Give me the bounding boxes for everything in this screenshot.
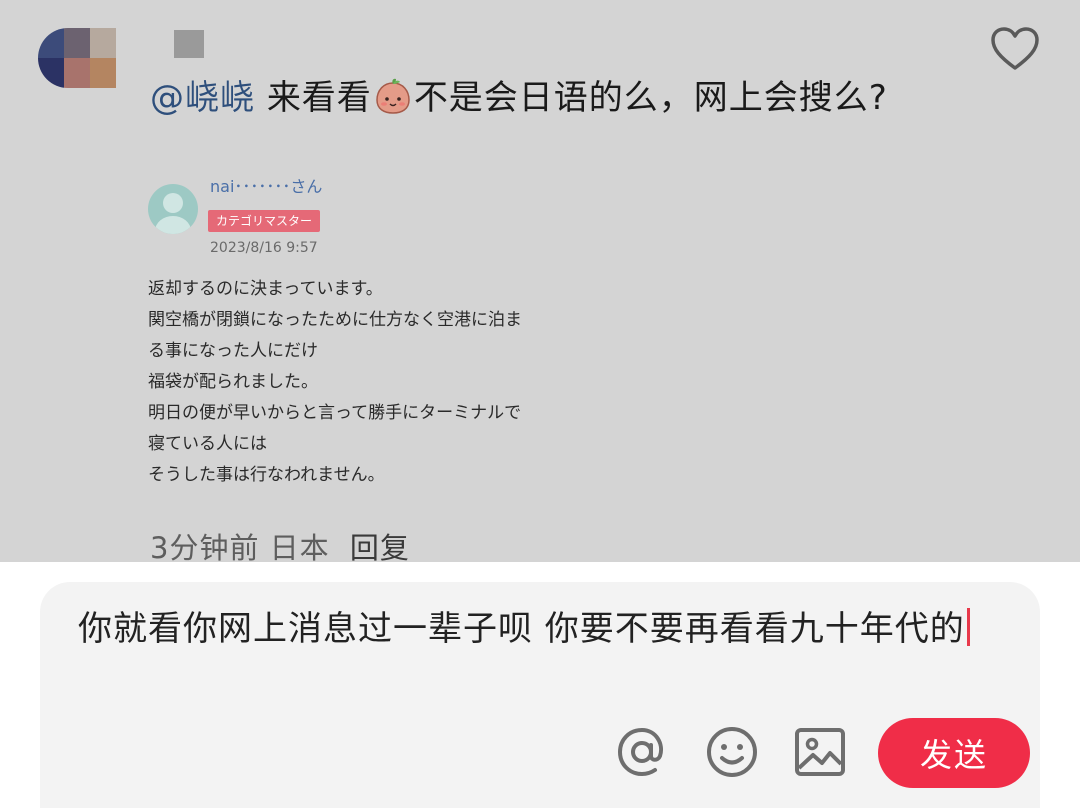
comment-text: @峣峣 来看看 不是会日语的么，网上会搜么?: [150, 74, 910, 122]
comment-location: 日本: [269, 531, 330, 562]
embedded-line: 明日の便が早いからと言って勝手にターミナルで: [148, 403, 522, 423]
embedded-line: そうした事は行なわれません。: [148, 465, 385, 485]
embedded-line: 返却するのに決まっています。: [148, 279, 383, 299]
embedded-line: 寝ている人には: [148, 434, 267, 454]
comment-text-part1: 来看看: [266, 78, 372, 118]
username-pixelated[interactable]: [174, 30, 204, 58]
image-icon[interactable]: [792, 724, 848, 780]
reply-input-value: 你就看你网上消息过一辈子呗 你要不要再看看九十年代的: [78, 609, 965, 649]
comment-text-part2: 不是会日语的么，网上会搜么?: [413, 78, 888, 118]
reply-input-panel[interactable]: 你就看你网上消息过一辈子呗 你要不要再看看九十年代的 发送: [40, 582, 1040, 808]
embedded-date: 2023/8/16 9:57: [210, 240, 318, 256]
comment-meta: 3分钟前 日本 回复: [150, 525, 410, 562]
reply-button[interactable]: 回复: [350, 531, 410, 562]
embedded-line: 福袋が配られました。: [148, 372, 318, 392]
text-caret: [966, 608, 970, 646]
comment-area: @峣峣 来看看 不是会日语的么，网上会搜么? nai･･･････さん カテゴリ…: [0, 0, 1080, 562]
reply-input[interactable]: 你就看你网上消息过一辈子呗 你要不要再看看九十年代的: [78, 604, 998, 654]
potato-face-icon: [376, 78, 410, 114]
send-button[interactable]: 发送: [878, 718, 1030, 788]
embedded-badge: カテゴリマスター: [208, 210, 321, 232]
embedded-body: 返却するのに決まっています。関空橋が閉鎖になったために仕方なく空港に泊ま る事にな…: [148, 274, 588, 491]
smile-icon[interactable]: [704, 724, 760, 780]
comment-time: 3分钟前: [150, 531, 260, 562]
embedded-username: nai･･･････さん: [210, 177, 323, 196]
embedded-line: る事になった人にだけ: [148, 341, 318, 361]
embedded-line: 関空橋が閉鎖になったために仕方なく空港に泊ま: [148, 310, 522, 330]
heart-icon[interactable]: [990, 26, 1040, 72]
mention-link[interactable]: @峣峣: [150, 78, 255, 118]
embedded-screenshot: nai･･･････さん カテゴリマスター 2023/8/16 9:57 返却す…: [140, 178, 590, 498]
embedded-avatar: [148, 184, 198, 234]
at-icon[interactable]: [614, 724, 670, 780]
avatar[interactable]: [38, 28, 116, 88]
